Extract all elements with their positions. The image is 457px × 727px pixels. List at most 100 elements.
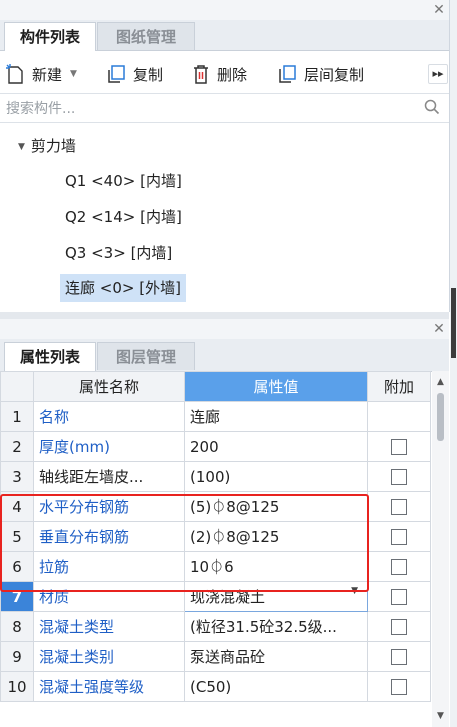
property-value[interactable]: (粒径31.5砼32.5级... [184,611,368,642]
copy-button-label: 复制 [133,65,164,84]
chevron-down-icon[interactable]: ▼ [351,586,358,596]
table-row-selected[interactable]: 7 材质 现浇混凝土 ▼ [0,581,431,612]
table-row[interactable]: 4 水平分布钢筋 (5)⏀8@125 [0,491,431,522]
extra-checkbox[interactable] [391,679,407,695]
property-value[interactable]: (5)⏀8@125 [184,491,368,522]
extra-checkbox[interactable] [391,469,407,485]
property-value[interactable]: 10⏀6 [184,551,368,582]
property-name[interactable]: 水平分布钢筋 [33,491,185,522]
extra-checkbox[interactable] [391,439,407,455]
table-row[interactable]: 9 混凝土类别 泵送商品砼 [0,641,431,672]
header-property-name[interactable]: 属性名称 [33,371,185,402]
extra-checkbox[interactable] [391,589,407,605]
window-splitter[interactable] [450,0,457,727]
copy-icon [105,63,127,85]
new-file-icon [6,63,26,85]
property-name[interactable]: 混凝土类型 [33,611,185,642]
property-list-panel: ✕ 属性列表 图层管理 属性名称 属性值 附加 1 名称 连廊 2 厚度(mm)… [0,319,449,727]
extra-checkbox[interactable] [391,529,407,545]
panel-tabstrip: 构件列表 图纸管理 [0,20,449,51]
search-bar [0,94,449,123]
header-property-value[interactable]: 属性值 [184,371,368,402]
row-index: 2 [0,431,34,462]
header-extra[interactable]: 附加 [367,371,431,402]
tree-item-q2[interactable]: Q2 <14> [内墙] [60,203,187,231]
floor-copy-button[interactable]: 层间复制 [276,55,364,93]
close-icon[interactable]: ✕ [429,0,449,20]
property-value[interactable]: (C50) [184,671,368,702]
extra-checkbox[interactable] [391,649,407,665]
property-name[interactable]: 轴线距左墙皮... [33,461,185,492]
table-row[interactable]: 10 混凝土强度等级 (C50) [0,671,431,702]
tree-group-shear-wall[interactable]: ▼ 剪力墙 [18,133,76,159]
delete-button[interactable]: 删除 [191,55,247,93]
extra-cell [367,521,431,552]
scrollbar-thumb[interactable] [437,393,444,441]
table-row[interactable]: 6 拉筋 10⏀6 [0,551,431,582]
property-table: 属性名称 属性值 附加 1 名称 连廊 2 厚度(mm) 200 3 轴线距左墙… [0,371,431,702]
table-header-row: 属性名称 属性值 附加 [0,371,431,402]
table-row[interactable]: 3 轴线距左墙皮... (100) [0,461,431,492]
toolbar: 新建 ▼ 复制 删除 层间复制 ▸▸ [0,55,449,94]
splitter-grip[interactable] [451,288,456,358]
extra-cell [367,581,431,612]
table-row[interactable]: 2 厚度(mm) 200 [0,431,431,462]
scroll-up-arrow-icon[interactable]: ▲ [432,375,449,389]
scroll-down-arrow-icon[interactable]: ▼ [432,709,449,723]
expand-caret-icon[interactable]: ▼ [18,142,25,152]
panel-tabstrip: 属性列表 图层管理 [0,339,449,372]
table-row[interactable]: 1 名称 连廊 [0,401,431,432]
extra-checkbox[interactable] [391,619,407,635]
property-name[interactable]: 拉筋 [33,551,185,582]
tab-drawing-management[interactable]: 图纸管理 [97,22,195,50]
new-button[interactable]: 新建 ▼ [6,55,77,93]
tab-property-list[interactable]: 属性列表 [4,342,96,371]
property-name[interactable]: 名称 [33,401,185,432]
property-value[interactable]: 连廊 [184,401,368,432]
new-dropdown-arrow-icon[interactable]: ▼ [70,69,77,79]
row-index: 5 [0,521,34,552]
tree-group-label: 剪力墙 [30,137,76,155]
tree-item-q3[interactable]: Q3 <3> [内墙] [60,239,177,267]
panel-divider[interactable] [0,312,449,319]
copy-button[interactable]: 复制 [105,55,163,93]
property-name[interactable]: 材质 [33,581,185,612]
floor-copy-icon [276,63,298,85]
tab-component-list[interactable]: 构件列表 [4,22,96,51]
property-name[interactable]: 垂直分布钢筋 [33,521,185,552]
property-value[interactable]: 泵送商品砼 [184,641,368,672]
property-name[interactable]: 厚度(mm) [33,431,185,462]
double-chevron-right-icon[interactable]: ▸▸ [428,64,448,84]
property-table-scrollbar[interactable]: ▲ ▼ [432,371,449,727]
material-select-value: 现浇混凝土 [190,588,266,606]
delete-button-label: 删除 [217,65,248,84]
extra-cell [367,641,431,672]
extra-cell [367,611,431,642]
search-input[interactable] [4,96,418,122]
material-select[interactable]: 现浇混凝土 ▼ [184,581,368,612]
tab-layer-management[interactable]: 图层管理 [97,342,195,370]
floor-copy-button-label: 层间复制 [304,65,365,84]
tree-item-q1[interactable]: Q1 <40> [内墙] [60,167,187,195]
tree-item-corridor[interactable]: 连廊 <0> [外墙] [60,274,186,302]
extra-checkbox[interactable] [391,499,407,515]
property-name[interactable]: 混凝土强度等级 [33,671,185,702]
close-icon[interactable]: ✕ [429,319,449,339]
property-value[interactable]: (2)⏀8@125 [184,521,368,552]
table-row[interactable]: 8 混凝土类型 (粒径31.5砼32.5级... [0,611,431,642]
property-value[interactable]: (100) [184,461,368,492]
extra-cell [367,671,431,702]
extra-cell [367,401,431,432]
property-value[interactable]: 200 [184,431,368,462]
trash-icon [191,63,211,85]
table-row[interactable]: 5 垂直分布钢筋 (2)⏀8@125 [0,521,431,552]
extra-cell [367,551,431,582]
property-name[interactable]: 混凝土类别 [33,641,185,672]
row-index: 4 [0,491,34,522]
extra-cell [367,491,431,522]
search-icon[interactable] [424,99,440,119]
panel-titlebar: ✕ [0,0,449,20]
extra-checkbox[interactable] [391,559,407,575]
row-index: 3 [0,461,34,492]
row-index: 7 [0,581,34,612]
